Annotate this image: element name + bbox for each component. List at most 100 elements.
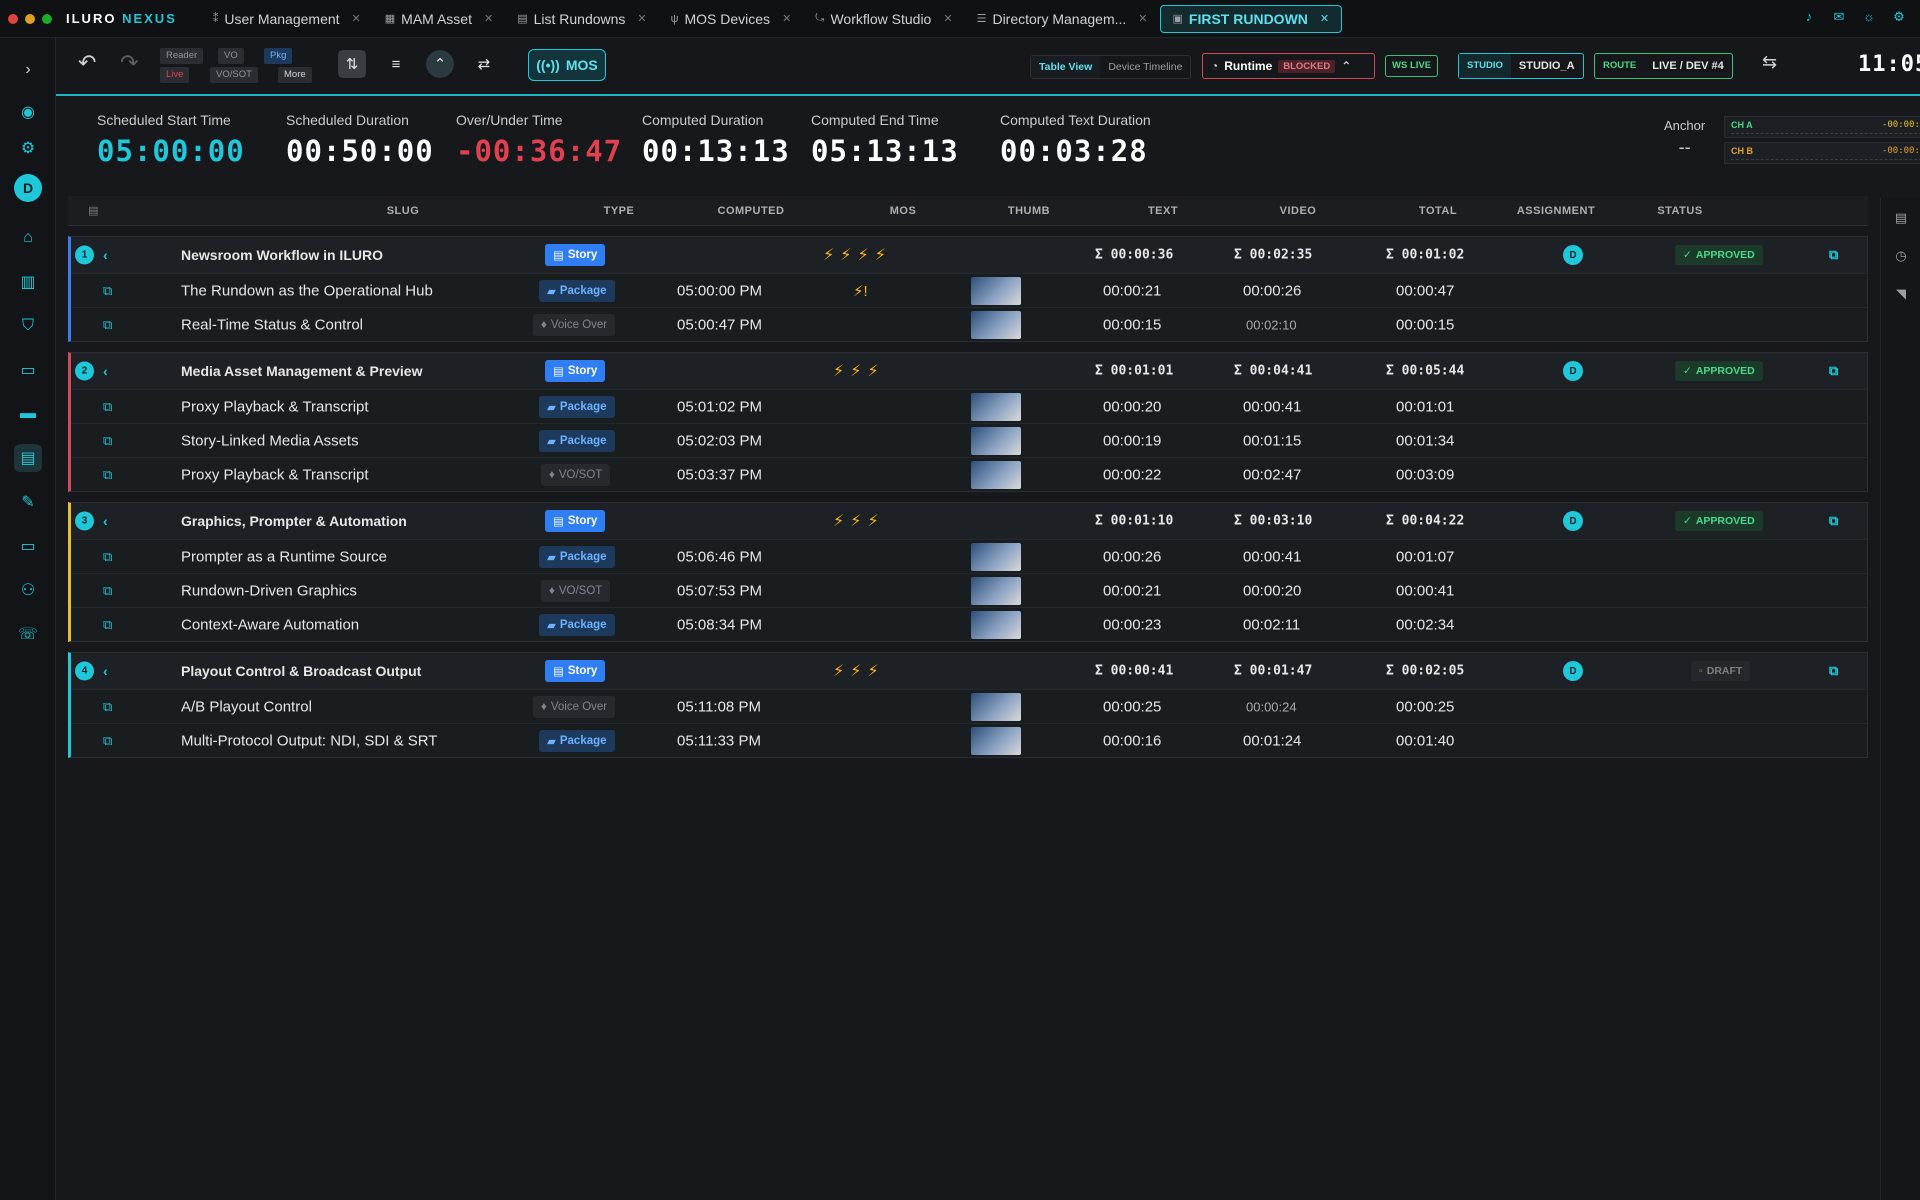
edit-icon[interactable]: ⧉ xyxy=(103,283,112,299)
server-icon[interactable]: ▬ xyxy=(14,400,42,428)
edit-icon[interactable]: ⧉ xyxy=(103,433,112,449)
status-badge[interactable]: ✓ APPROVED xyxy=(1675,361,1763,381)
assignee-avatar[interactable]: D xyxy=(1563,661,1583,681)
broadcast-icon[interactable]: ◉ xyxy=(14,98,42,126)
chat-icon[interactable]: ✉ xyxy=(1832,10,1846,24)
type-badge[interactable]: ▤ Story xyxy=(545,660,606,682)
shield-icon[interactable]: ⛉ xyxy=(14,312,42,340)
type-badge[interactable]: ▰ Package xyxy=(539,545,615,568)
maximize-window-button[interactable] xyxy=(42,13,52,24)
runtime-dropdown[interactable]: ◔ Runtime BLOCKED ⌃ xyxy=(1202,53,1375,79)
close-tab-icon[interactable]: ✕ xyxy=(352,12,361,25)
close-tab-icon[interactable]: ✕ xyxy=(637,12,646,25)
item-row[interactable]: ⧉ Real-Time Status & Control ♦ Voice Over… xyxy=(71,307,1867,341)
type-badge[interactable]: ▤ Story xyxy=(545,510,606,532)
open-external-icon[interactable]: ⧉ xyxy=(1829,247,1838,263)
tab-0[interactable]: ⁑ User Management ✕ xyxy=(201,5,373,33)
open-external-icon[interactable]: ⧉ xyxy=(1829,663,1838,679)
story-slug[interactable]: Graphics, Prompter & Automation xyxy=(181,513,407,529)
thumbnail[interactable] xyxy=(971,542,1021,571)
mos-warning-icon[interactable]: ⚡! xyxy=(853,282,868,300)
filter-vosot[interactable]: VO/SOT xyxy=(210,67,258,83)
edit-icon[interactable]: ⧉ xyxy=(103,549,112,565)
story-slug[interactable]: Newsroom Workflow in ILURO xyxy=(181,247,383,263)
tab-6[interactable]: ▣ FIRST RUNDOWN ✕ xyxy=(1159,4,1343,33)
open-external-icon[interactable]: ⧉ xyxy=(1829,363,1838,379)
mos-bolt-icons[interactable]: ⚡⚡⚡ xyxy=(833,661,885,681)
item-row[interactable]: ⧉ Rundown-Driven Graphics ♦ VO/SOT 05:07:… xyxy=(71,573,1867,607)
thumbnail[interactable] xyxy=(971,726,1021,755)
bell-icon[interactable]: ♪ xyxy=(1802,10,1816,24)
home-icon[interactable]: ⌂ xyxy=(14,224,42,252)
monitor-icon[interactable]: ▭ xyxy=(14,532,42,560)
mos-bolt-icons[interactable]: ⚡⚡⚡⚡ xyxy=(823,245,892,265)
thumbnail[interactable] xyxy=(971,426,1021,455)
user-avatar[interactable]: D xyxy=(14,174,42,202)
item-slug[interactable]: Proxy Playback & Transcript xyxy=(181,398,369,415)
select-all-icon[interactable]: ▤ xyxy=(88,204,99,217)
item-slug[interactable]: Story-Linked Media Assets xyxy=(181,432,359,449)
type-badge[interactable]: ▰ Package xyxy=(539,395,615,418)
item-slug[interactable]: Multi-Protocol Output: NDI, SDI & SRT xyxy=(181,732,437,749)
close-tab-icon[interactable]: ✕ xyxy=(484,12,493,25)
col-header-slug[interactable]: SLUG xyxy=(338,205,468,217)
item-slug[interactable]: Proxy Playback & Transcript xyxy=(181,466,369,483)
col-header-type[interactable]: TYPE xyxy=(574,205,664,217)
phone-icon[interactable]: ☏ xyxy=(14,620,42,648)
table-view-button[interactable]: Table View xyxy=(1031,56,1101,78)
collapse-up-icon[interactable]: ⌃ xyxy=(426,50,454,78)
mos-bolt-icons[interactable]: ⚡⚡⚡ xyxy=(833,361,885,381)
edit-icon[interactable]: ⧉ xyxy=(103,317,112,333)
type-badge[interactable]: ▰ Package xyxy=(539,429,615,452)
close-tab-icon[interactable]: ✕ xyxy=(1138,12,1147,25)
panel-icon[interactable]: ▤ xyxy=(1893,210,1909,226)
story-row[interactable]: 4 ‹ Playout Control & Broadcast Output ▤… xyxy=(71,653,1867,689)
item-row[interactable]: ⧉ Proxy Playback & Transcript ♦ VO/SOT 05… xyxy=(71,457,1867,491)
team-icon[interactable]: ⚇ xyxy=(14,576,42,604)
story-row[interactable]: 2 ‹ Media Asset Management & Preview ▤ St… xyxy=(71,353,1867,389)
studio-selector[interactable]: STUDIO STUDIO_A xyxy=(1458,53,1584,79)
filter-pkg[interactable]: Pkg xyxy=(264,48,293,64)
edit-icon[interactable]: ⧉ xyxy=(103,699,112,715)
type-badge[interactable]: ▤ Story xyxy=(545,244,606,266)
item-slug[interactable]: Context-Aware Automation xyxy=(181,616,359,633)
edit-doc-icon[interactable]: ✎ xyxy=(14,488,42,516)
edit-icon[interactable]: ⧉ xyxy=(103,583,112,599)
col-header-computed[interactable]: COMPUTED xyxy=(686,205,816,217)
thumbnail[interactable] xyxy=(971,276,1021,305)
undo-icon[interactable]: ↶ xyxy=(78,50,96,76)
settings-icon[interactable]: ⚙ xyxy=(1892,10,1906,24)
thumbnail[interactable] xyxy=(971,692,1021,721)
collapse-chevron-icon[interactable]: ‹ xyxy=(103,247,108,263)
item-slug[interactable]: Prompter as a Runtime Source xyxy=(181,548,387,565)
assignee-avatar[interactable]: D xyxy=(1563,245,1583,265)
chart-icon[interactable]: ▥ xyxy=(14,268,42,296)
close-tab-icon[interactable]: ✕ xyxy=(943,12,952,25)
collapse-chevron-icon[interactable]: ‹ xyxy=(103,513,108,529)
type-badge[interactable]: ▰ Package xyxy=(539,279,615,302)
col-header-text[interactable]: TEXT xyxy=(1118,205,1208,217)
col-header-status[interactable]: STATUS xyxy=(1630,205,1730,217)
thumbnail[interactable] xyxy=(971,460,1021,489)
filter-vo[interactable]: VO xyxy=(218,48,244,64)
thumbnail[interactable] xyxy=(971,310,1021,339)
open-external-icon[interactable]: ⧉ xyxy=(1829,513,1838,529)
col-header-assignment[interactable]: ASSIGNMENT xyxy=(1506,205,1606,217)
edit-icon[interactable]: ⧉ xyxy=(103,617,112,633)
tab-4[interactable]: ⤿ Workflow Studio ✕ xyxy=(803,5,964,33)
archive-icon[interactable]: ▭ xyxy=(14,356,42,384)
collapse-chevron-icon[interactable]: ‹ xyxy=(103,663,108,679)
status-badge[interactable]: ▫ DRAFT xyxy=(1691,661,1751,681)
type-badge[interactable]: ♦ Voice Over xyxy=(533,313,616,336)
mos-button[interactable]: ((•)) MOS xyxy=(528,49,606,81)
history-icon[interactable]: ◷ xyxy=(1893,248,1909,264)
tab-1[interactable]: ▦ MAM Asset ✕ xyxy=(373,5,505,33)
item-slug[interactable]: Rundown-Driven Graphics xyxy=(181,582,357,599)
collapse-chevron-icon[interactable]: ‹ xyxy=(103,363,108,379)
col-header-thumb[interactable]: THUMB xyxy=(974,205,1084,217)
story-row[interactable]: 3 ‹ Graphics, Prompter & Automation ▤ Sto… xyxy=(71,503,1867,539)
thumbnail[interactable] xyxy=(971,392,1021,421)
type-badge[interactable]: ♦ Voice Over xyxy=(533,695,616,718)
type-badge[interactable]: ♦ VO/SOT xyxy=(541,463,611,486)
type-badge[interactable]: ▤ Story xyxy=(545,360,606,382)
